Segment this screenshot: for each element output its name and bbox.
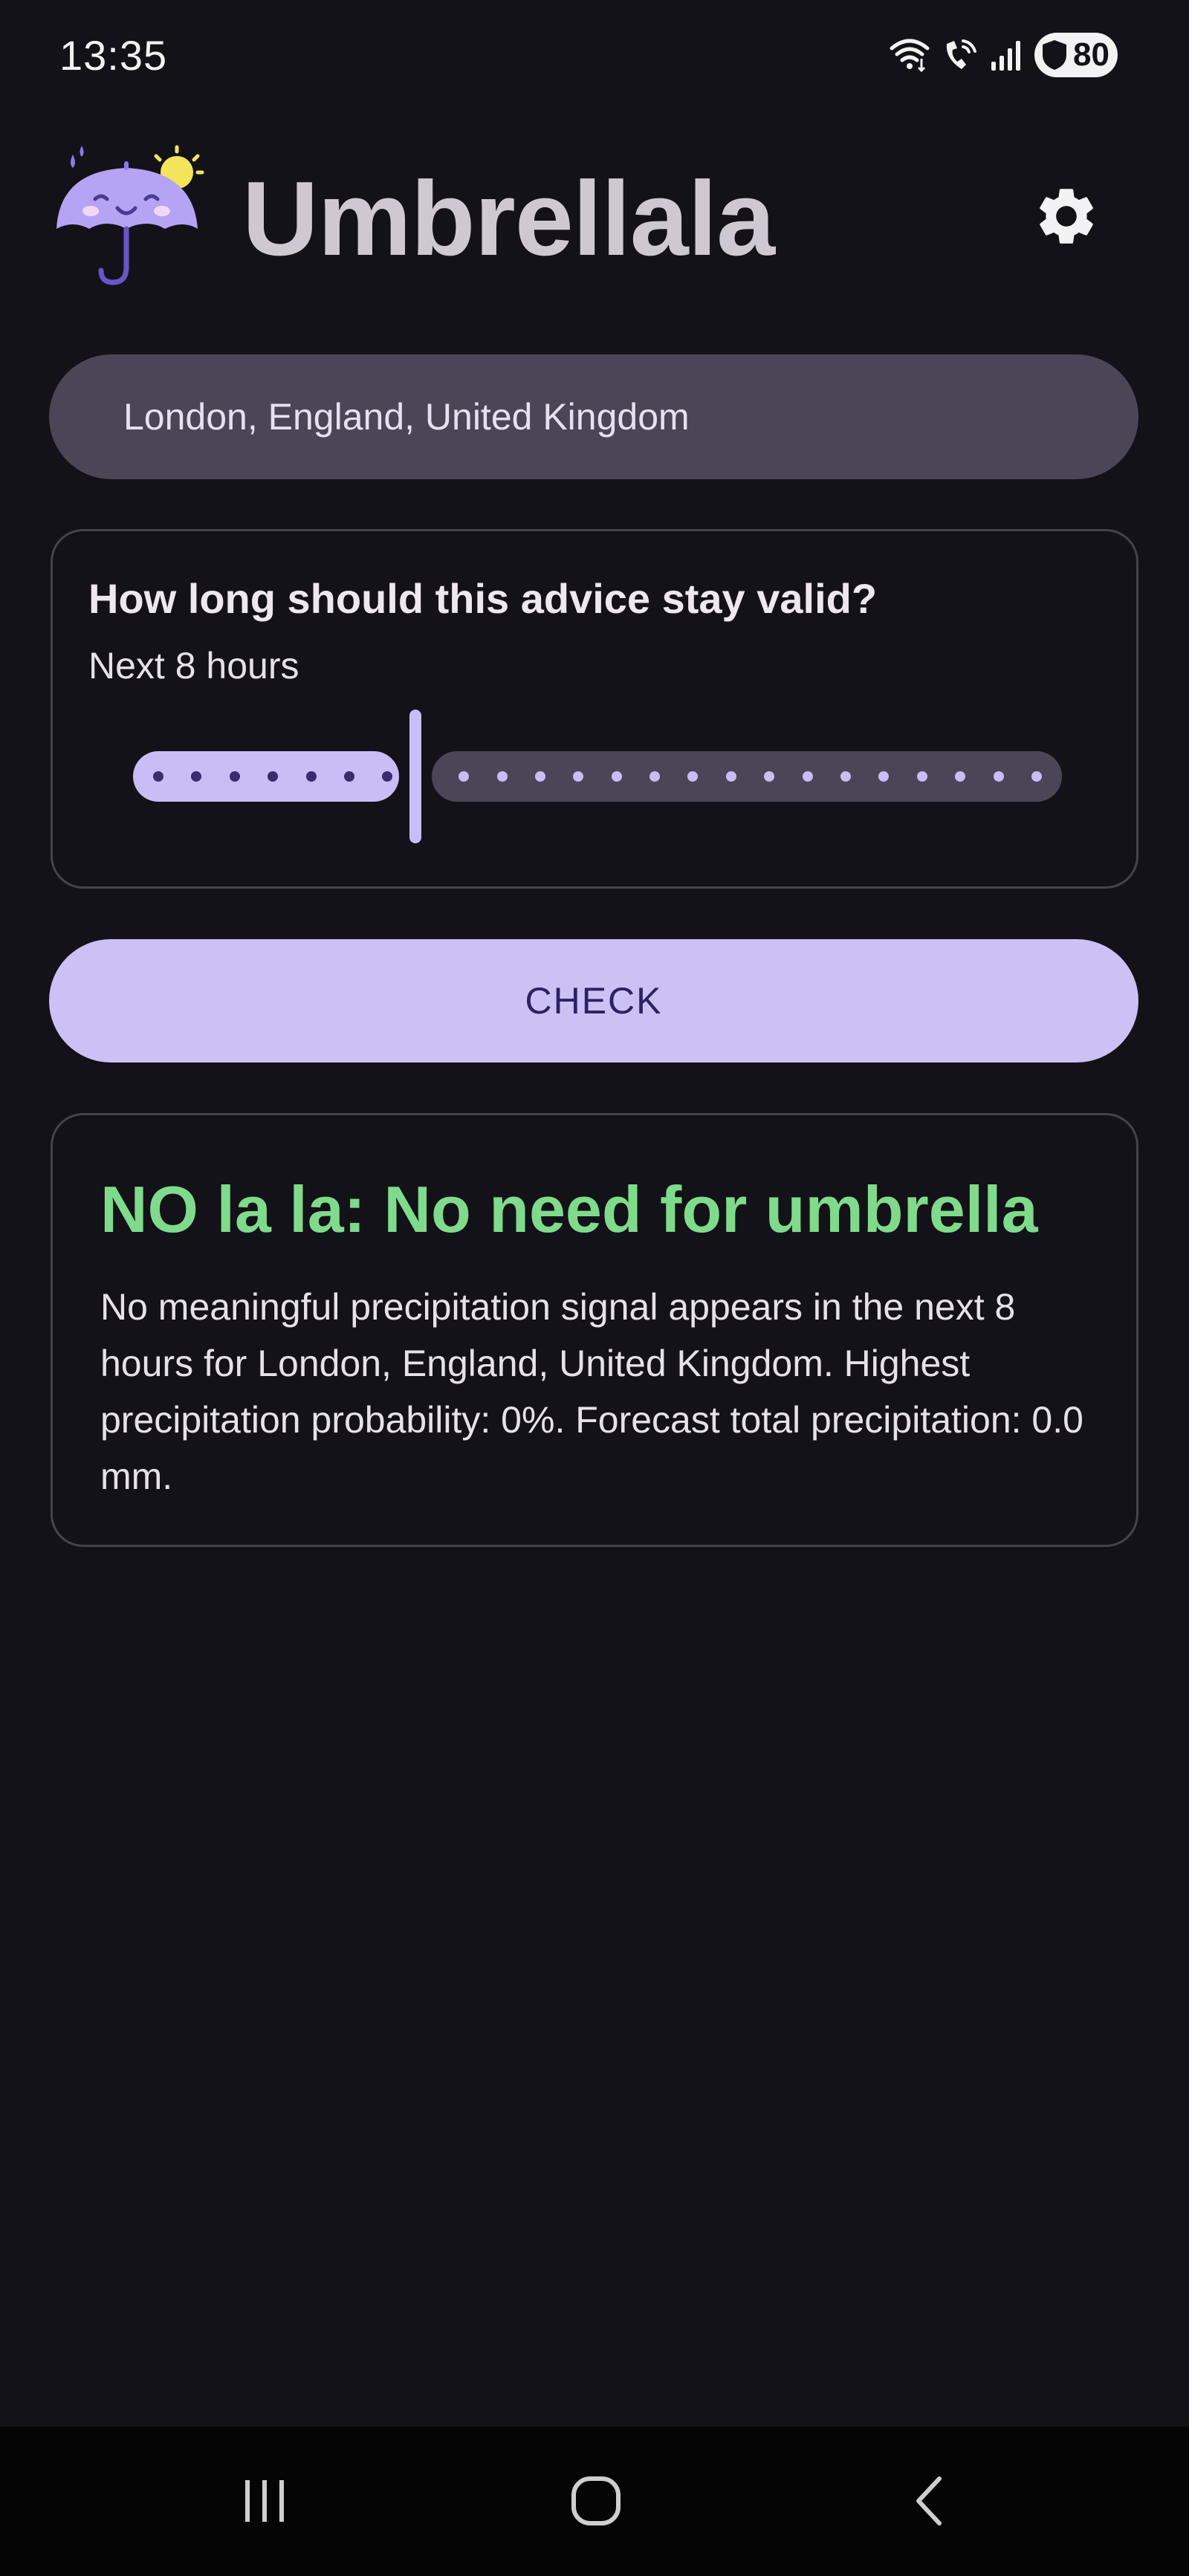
status-time: 13:35	[59, 32, 168, 79]
slider-active-track	[133, 751, 399, 802]
result-card: NO la la: No need for umbrella No meanin…	[51, 1113, 1138, 1547]
battery-level: 80	[1073, 36, 1109, 73]
duration-slider[interactable]	[133, 710, 1062, 851]
slider-tick	[343, 771, 354, 782]
location-input[interactable]: London, England, United Kingdom	[49, 354, 1138, 479]
gear-icon	[1040, 189, 1093, 244]
home-button[interactable]	[537, 2456, 655, 2546]
umbrella-mascot-icon	[56, 145, 204, 285]
wifi-call-icon	[946, 39, 976, 69]
status-icons: 80	[889, 31, 1118, 79]
slider-tick	[1031, 771, 1042, 782]
back-icon	[916, 2476, 942, 2525]
slider-thumb[interactable]	[409, 710, 421, 843]
slider-tick	[153, 771, 163, 782]
slider-tick	[229, 771, 240, 782]
recents-button[interactable]	[205, 2456, 324, 2546]
battery-indicator: 80	[1034, 33, 1118, 77]
slider-tick	[802, 771, 813, 782]
slider-tick	[611, 771, 622, 782]
slider-tick	[649, 771, 661, 782]
slider-inactive-track	[432, 751, 1062, 802]
slider-tick	[534, 771, 545, 782]
duration-question: How long should this advice stay valid?	[88, 575, 878, 622]
result-title: NO la la: No need for umbrella	[100, 1172, 1038, 1246]
slider-tick	[496, 771, 508, 782]
wifi-icon	[890, 39, 930, 73]
app-title: Umbrellala	[242, 160, 775, 278]
shield-icon	[1043, 40, 1066, 70]
location-value: London, England, United Kingdom	[123, 396, 690, 438]
settings-button[interactable]	[1026, 175, 1107, 257]
slider-tick	[916, 771, 927, 782]
duration-selected-label: Next 8 hours	[88, 645, 299, 687]
back-button[interactable]	[871, 2456, 990, 2546]
recents-icon	[245, 2480, 284, 2522]
check-button[interactable]: CHECK	[49, 939, 1138, 1062]
home-icon	[571, 2476, 621, 2525]
slider-tick	[840, 771, 852, 782]
signal-icon	[991, 41, 1020, 71]
slider-tick	[993, 771, 1004, 782]
app-header: Umbrellala	[0, 134, 1189, 297]
result-body: No meaningful precipitation signal appea…	[100, 1286, 1083, 1497]
navigation-bar	[0, 2427, 1189, 2576]
duration-card: How long should this advice stay valid? …	[51, 529, 1138, 889]
slider-tick	[305, 771, 317, 782]
slider-tick	[725, 771, 736, 782]
status-bar: 13:35 80	[0, 0, 1189, 111]
